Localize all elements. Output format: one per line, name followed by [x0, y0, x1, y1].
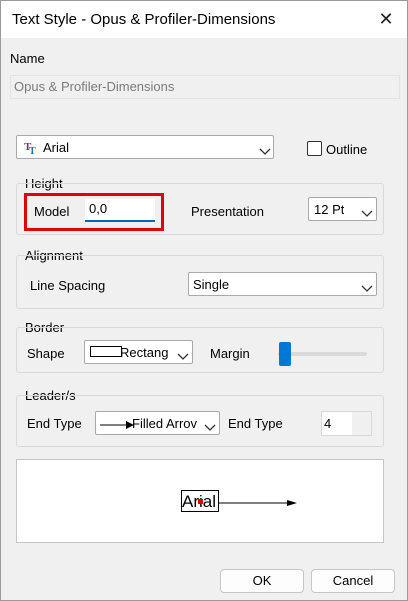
ok-button[interactable]: OK: [220, 569, 304, 593]
model-input-underline: [85, 220, 155, 222]
end-type-label: End Type: [27, 416, 82, 431]
line-spacing-value: Single: [193, 277, 230, 292]
text-style-dialog: Text Style - Opus & Profiler-Dimensions …: [0, 0, 408, 601]
font-select[interactable]: T T Arial: [16, 135, 274, 159]
name-field[interactable]: Opus & Profiler-Dimensions: [10, 75, 400, 99]
preview-text-box: Arial: [181, 490, 219, 512]
margin-slider-track[interactable]: [278, 352, 367, 356]
name-value: Opus & Profiler-Dimensions: [14, 79, 175, 94]
window-title: Text Style - Opus & Profiler-Dimensions: [12, 11, 276, 28]
rectangle-shape-icon: [90, 346, 122, 357]
outline-checkbox[interactable]: [307, 141, 322, 156]
chevron-down-icon: [204, 420, 216, 431]
cancel-button[interactable]: Cancel: [311, 569, 395, 593]
end-type-value: Filled Arrov: [132, 416, 198, 431]
end-type-2-value: 4: [324, 416, 332, 431]
svg-text:T: T: [29, 146, 36, 154]
filled-arrow-icon: [100, 418, 134, 429]
model-input[interactable]: 0,0: [85, 199, 155, 220]
presentation-label: Presentation: [191, 204, 264, 219]
end-type-2-spin[interactable]: [352, 412, 371, 435]
leader-arrow-icon: [219, 496, 297, 506]
outline-label: Outline: [326, 142, 368, 157]
end-type-2-label: End Type: [228, 416, 283, 431]
chevron-down-icon: [259, 144, 271, 155]
preview-panel: Arial: [16, 459, 384, 543]
presentation-select[interactable]: 12 Pt: [308, 197, 377, 221]
model-label: Model: [34, 204, 70, 219]
end-type-select[interactable]: Filled Arrov: [95, 411, 220, 435]
shape-value: Rectang: [120, 345, 169, 360]
margin-label: Margin: [210, 346, 250, 361]
presentation-value: 12 Pt: [314, 202, 345, 217]
name-label: Name: [10, 51, 45, 66]
end-type-2-input[interactable]: 4: [321, 411, 372, 436]
shape-select[interactable]: Rectang: [84, 340, 193, 364]
chevron-down-icon: [361, 281, 373, 292]
model-value: 0,0: [89, 201, 108, 216]
close-button[interactable]: ✕: [371, 5, 401, 33]
chevron-down-icon: [361, 206, 373, 217]
font-value: Arial: [43, 140, 70, 155]
close-icon: ✕: [378, 9, 394, 29]
border-group: [16, 327, 384, 373]
chevron-down-icon: [177, 349, 189, 360]
title-bar: Text Style - Opus & Profiler-Dimensions …: [1, 1, 407, 38]
shape-label: Shape: [27, 346, 65, 361]
line-spacing-select[interactable]: Single: [188, 272, 377, 296]
font-icon: T T: [24, 140, 38, 157]
line-spacing-label: Line Spacing: [30, 278, 106, 293]
anchor-point-marker: [198, 499, 203, 504]
margin-slider-thumb[interactable]: [279, 342, 291, 366]
